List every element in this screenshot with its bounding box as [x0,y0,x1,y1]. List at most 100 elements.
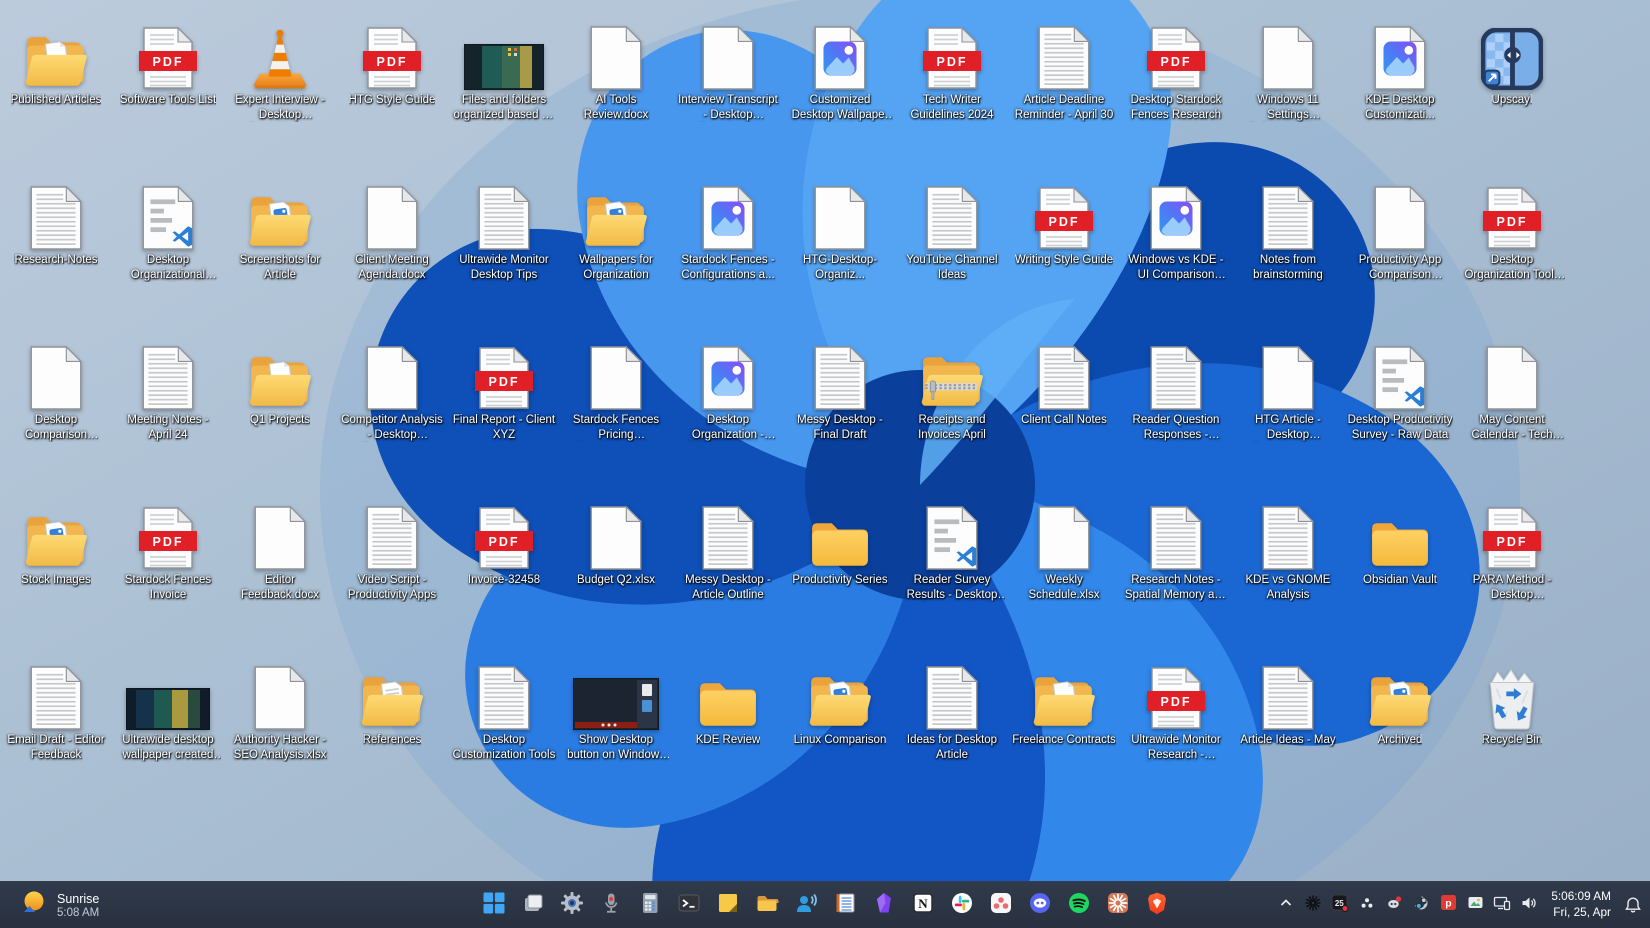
desktop-icon-client-call-notes[interactable]: Client Call Notes [1008,326,1120,486]
desktop-icon-archived[interactable]: Archived [1344,646,1456,806]
desktop-icon-final-report-client-xyz[interactable]: PDF Final Report - Client XYZ [448,326,560,486]
desktop-icon-weekly-schedule-xlsx[interactable]: Weekly Schedule.xlsx [1008,486,1120,646]
tray-asana-tray[interactable] [1354,886,1380,924]
desktop-icon-show-desktop-button-on-windows-11-taskbar[interactable]: Show Desktop button on Windows 11 taskba… [560,646,672,806]
desktop-icon-invoice-32458[interactable]: PDF Invoice-32458 [448,486,560,646]
desktop-icon-stardock-fences-invoice[interactable]: PDF Stardock Fences Invoice [112,486,224,646]
desktop-icon-ultrawide-monitor-desktop-tips[interactable]: Ultrawide Monitor Desktop Tips [448,166,560,326]
desktop-icon-reader-question-responses-deskt[interactable]: Reader Question Responses - Deskt... [1120,326,1232,486]
desktop-icon-budget-q2-xlsx[interactable]: Budget Q2.xlsx [560,486,672,646]
taskbar-obsidian-button[interactable] [864,885,903,925]
taskbar-terminal-button[interactable] [669,885,708,925]
desktop-icon-notes-from-brainstorming[interactable]: Notes from brainstorming [1232,166,1344,326]
taskbar-slack-button[interactable] [942,885,981,925]
tray-pcloud-tray[interactable]: p [1435,886,1461,924]
desktop-icon-screenshots-for-article[interactable]: Screenshots for Article [224,166,336,326]
desktop-icon-ultrawide-monitor-research-productivi[interactable]: PDF Ultrawide Monitor Research - Product… [1120,646,1232,806]
desktop-icon-ultrawide-desktop-wallpaper-created-usi[interactable]: Ultrawide desktop wallpaper created usi.… [112,646,224,806]
desktop-icon-receipts-and-invoices-april[interactable]: Receipts and Invoices April [896,326,1008,486]
taskbar-start-button[interactable] [474,885,513,925]
desktop-icon-q1-projects[interactable]: Q1 Projects [224,326,336,486]
taskbar-clock[interactable]: 5:06:09 AM Fri, 25, Apr [1543,889,1619,920]
desktop-icon-productivity-series[interactable]: Productivity Series [784,486,896,646]
desktop-icon-kde-vs-gnome-analysis[interactable]: KDE vs GNOME Analysis [1232,486,1344,646]
weather-widget[interactable]: Sunrise 5:08 AM [8,882,109,928]
desktop-icon-windows-11-settings-reference-docx[interactable]: Windows 11 Settings Reference.docx [1232,6,1344,166]
desktop-icon-research-notes-spatial-memory-and-ui-design[interactable]: Research Notes - Spatial Memory and UI D… [1120,486,1232,646]
taskbar-claude-button[interactable] [1098,885,1137,925]
desktop-icon-tech-writer-guidelines-2024[interactable]: PDF Tech Writer Guidelines 2024 [896,6,1008,166]
desktop-icon-files-and-folders-organized-based-on-t[interactable]: Files and folders organized based on t..… [448,6,560,166]
desktop-icon-authority-hacker-seo-analysis-xlsx[interactable]: Authority Hacker - SEO Analysis.xlsx [224,646,336,806]
taskbar-file-explorer-button[interactable] [747,885,786,925]
taskbar-task-view-button[interactable] [513,885,552,925]
taskbar-brave-button[interactable] [1137,885,1176,925]
tray-steam-tray[interactable] [1408,886,1434,924]
taskbar-spotify-button[interactable] [1059,885,1098,925]
desktop-icon-linux-comparison[interactable]: Linux Comparison [784,646,896,806]
desktop-icon-meeting-notes-april-24[interactable]: Meeting Notes - April 24 [112,326,224,486]
desktop-icon-desktop-organizational-survey-results[interactable]: Desktop Organizational Survey Results [112,166,224,326]
desktop-icon-client-meeting-agenda-docx[interactable]: Client Meeting Agenda.docx [336,166,448,326]
tray-calendar-badge[interactable]: 25 [1327,886,1353,924]
desktop-icon-recycle-bin[interactable]: Recycle Bin [1456,646,1568,806]
desktop-icon-obsidian-vault[interactable]: Obsidian Vault [1344,486,1456,646]
taskbar-notion-button[interactable]: N [903,885,942,925]
desktop-icon-interview-transcript-desktop-organizati[interactable]: Interview Transcript - Desktop Organizat… [672,6,784,166]
taskbar-discord-button[interactable] [1020,885,1059,925]
desktop-icon-expert-interview-desktop-organization[interactable]: Expert Interview - Desktop Organization [224,6,336,166]
tray-chevron-up[interactable] [1273,886,1299,924]
taskbar-settings-button[interactable] [552,885,591,925]
notifications-bell-icon[interactable] [1620,886,1646,924]
tray-photos-tray[interactable] [1462,886,1488,924]
desktop-icon-para-method-desktop-implementation-guide[interactable]: PDF PARA Method - Desktop Implementation… [1456,486,1568,646]
desktop-icon-youtube-channel-ideas[interactable]: YouTube Channel Ideas [896,166,1008,326]
desktop-icon-may-content-calendar-tech-articles-xlsx[interactable]: May Content Calendar - Tech Articles.xls… [1456,326,1568,486]
desktop-icon-htg-style-guide[interactable]: PDF HTG Style Guide [336,6,448,166]
desktop-icon-messy-desktop-article-outline[interactable]: Messy Desktop - Article Outline [672,486,784,646]
desktop-icon-desktop-comparison-data-xlsx[interactable]: Desktop Comparison Data.xlsx [0,326,112,486]
taskbar-sound-recorder-button[interactable] [591,885,630,925]
desktop-icon-messy-desktop-final-draft[interactable]: Messy Desktop - Final Draft [784,326,896,486]
desktop-icon-desktop-organization-before-and-after[interactable]: Desktop Organization - Before and After [672,326,784,486]
desktop-icon-reader-survey-results-desktop-organization[interactable]: Reader Survey Results - Desktop Organiza… [896,486,1008,646]
desktop-icon-published-articles[interactable]: Published Articles [0,6,112,166]
desktop-icon-writing-style-guide[interactable]: PDF Writing Style Guide [1008,166,1120,326]
desktop-icon-editor-feedback-docx[interactable]: Editor Feedback.docx [224,486,336,646]
desktop-icon-email-draft-editor-feedback[interactable]: Email Draft - Editor Feedback [0,646,112,806]
tray-claude-tray[interactable] [1300,886,1326,924]
desktop-icon-stardock-fences-configurations-a[interactable]: Stardock Fences - Configurations a... [672,166,784,326]
desktop-icon-software-tools-list[interactable]: PDF Software Tools List [112,6,224,166]
desktop-icon-upscayl[interactable]: Upscayl [1456,6,1568,166]
desktop-icon-htg-desktop-organiz[interactable]: HTG-Desktop-Organiz... [784,166,896,326]
taskbar-sticky-notes-button[interactable] [708,885,747,925]
desktop-icon-stardock-fences-pricing-comparison-xlsx[interactable]: Stardock Fences Pricing Comparison.xlsx [560,326,672,486]
desktop-icon-desktop-organization-tools-comparison[interactable]: PDF Desktop Organization Tools Compariso… [1456,166,1568,326]
desktop-icon-kde-review[interactable]: KDE Review [672,646,784,806]
desktop-icon-desktop-stardock-fences-research[interactable]: PDF Desktop Stardock Fences Research [1120,6,1232,166]
desktop-icon-ideas-for-desktop-article[interactable]: Ideas for Desktop Article [896,646,1008,806]
tray-discord-tray[interactable] [1381,886,1407,924]
desktop-icon-research-notes[interactable]: Research-Notes [0,166,112,326]
tray-volume-tray[interactable] [1516,886,1542,924]
desktop-icon-desktop-customization-tools[interactable]: Desktop Customization Tools [448,646,560,806]
desktop-icon-htg-article-desktop-organization-final[interactable]: HTG Article - Desktop Organization - Fin… [1232,326,1344,486]
desktop-icon-article-ideas-may[interactable]: Article Ideas - May [1232,646,1344,806]
desktop-icon-stock-images[interactable]: Stock Images [0,486,112,646]
desktop-icon-wallpapers-for-organization[interactable]: Wallpapers for Organization [560,166,672,326]
taskbar-people-button[interactable] [786,885,825,925]
taskbar-notepad-button[interactable] [825,885,864,925]
desktop-icon-references[interactable]: References [336,646,448,806]
tray-cast-tray[interactable] [1489,886,1515,924]
taskbar-asana-button[interactable] [981,885,1020,925]
desktop-icon-customized-desktop-wallpaper-for-par[interactable]: Customized Desktop Wallpaper for PAR... [784,6,896,166]
desktop-icon-video-script-productivity-apps[interactable]: Video Script - Productivity Apps [336,486,448,646]
desktop-icon-kde-desktop-customizati[interactable]: KDE Desktop Customizati... [1344,6,1456,166]
desktop-icon-competitor-analysis-desktop-organizati[interactable]: Competitor Analysis - Desktop Organizati… [336,326,448,486]
desktop-icon-freelance-contracts[interactable]: Freelance Contracts [1008,646,1120,806]
desktop-icon-article-deadline-reminder-april-30[interactable]: Article Deadline Reminder - April 30 [1008,6,1120,166]
desktop-icon-windows-vs-kde-ui-comparison-screenshots[interactable]: Windows vs KDE - UI Comparison Screensho… [1120,166,1232,326]
desktop-icon-productivity-app-comparison-matrix-xlsx[interactable]: Productivity App Comparison Matrix.xlsx [1344,166,1456,326]
desktop-icon-ai-tools-review-docx[interactable]: AI Tools Review.docx [560,6,672,166]
desktop-icon-desktop-productivity-survey-raw-data[interactable]: Desktop Productivity Survey - Raw Data [1344,326,1456,486]
